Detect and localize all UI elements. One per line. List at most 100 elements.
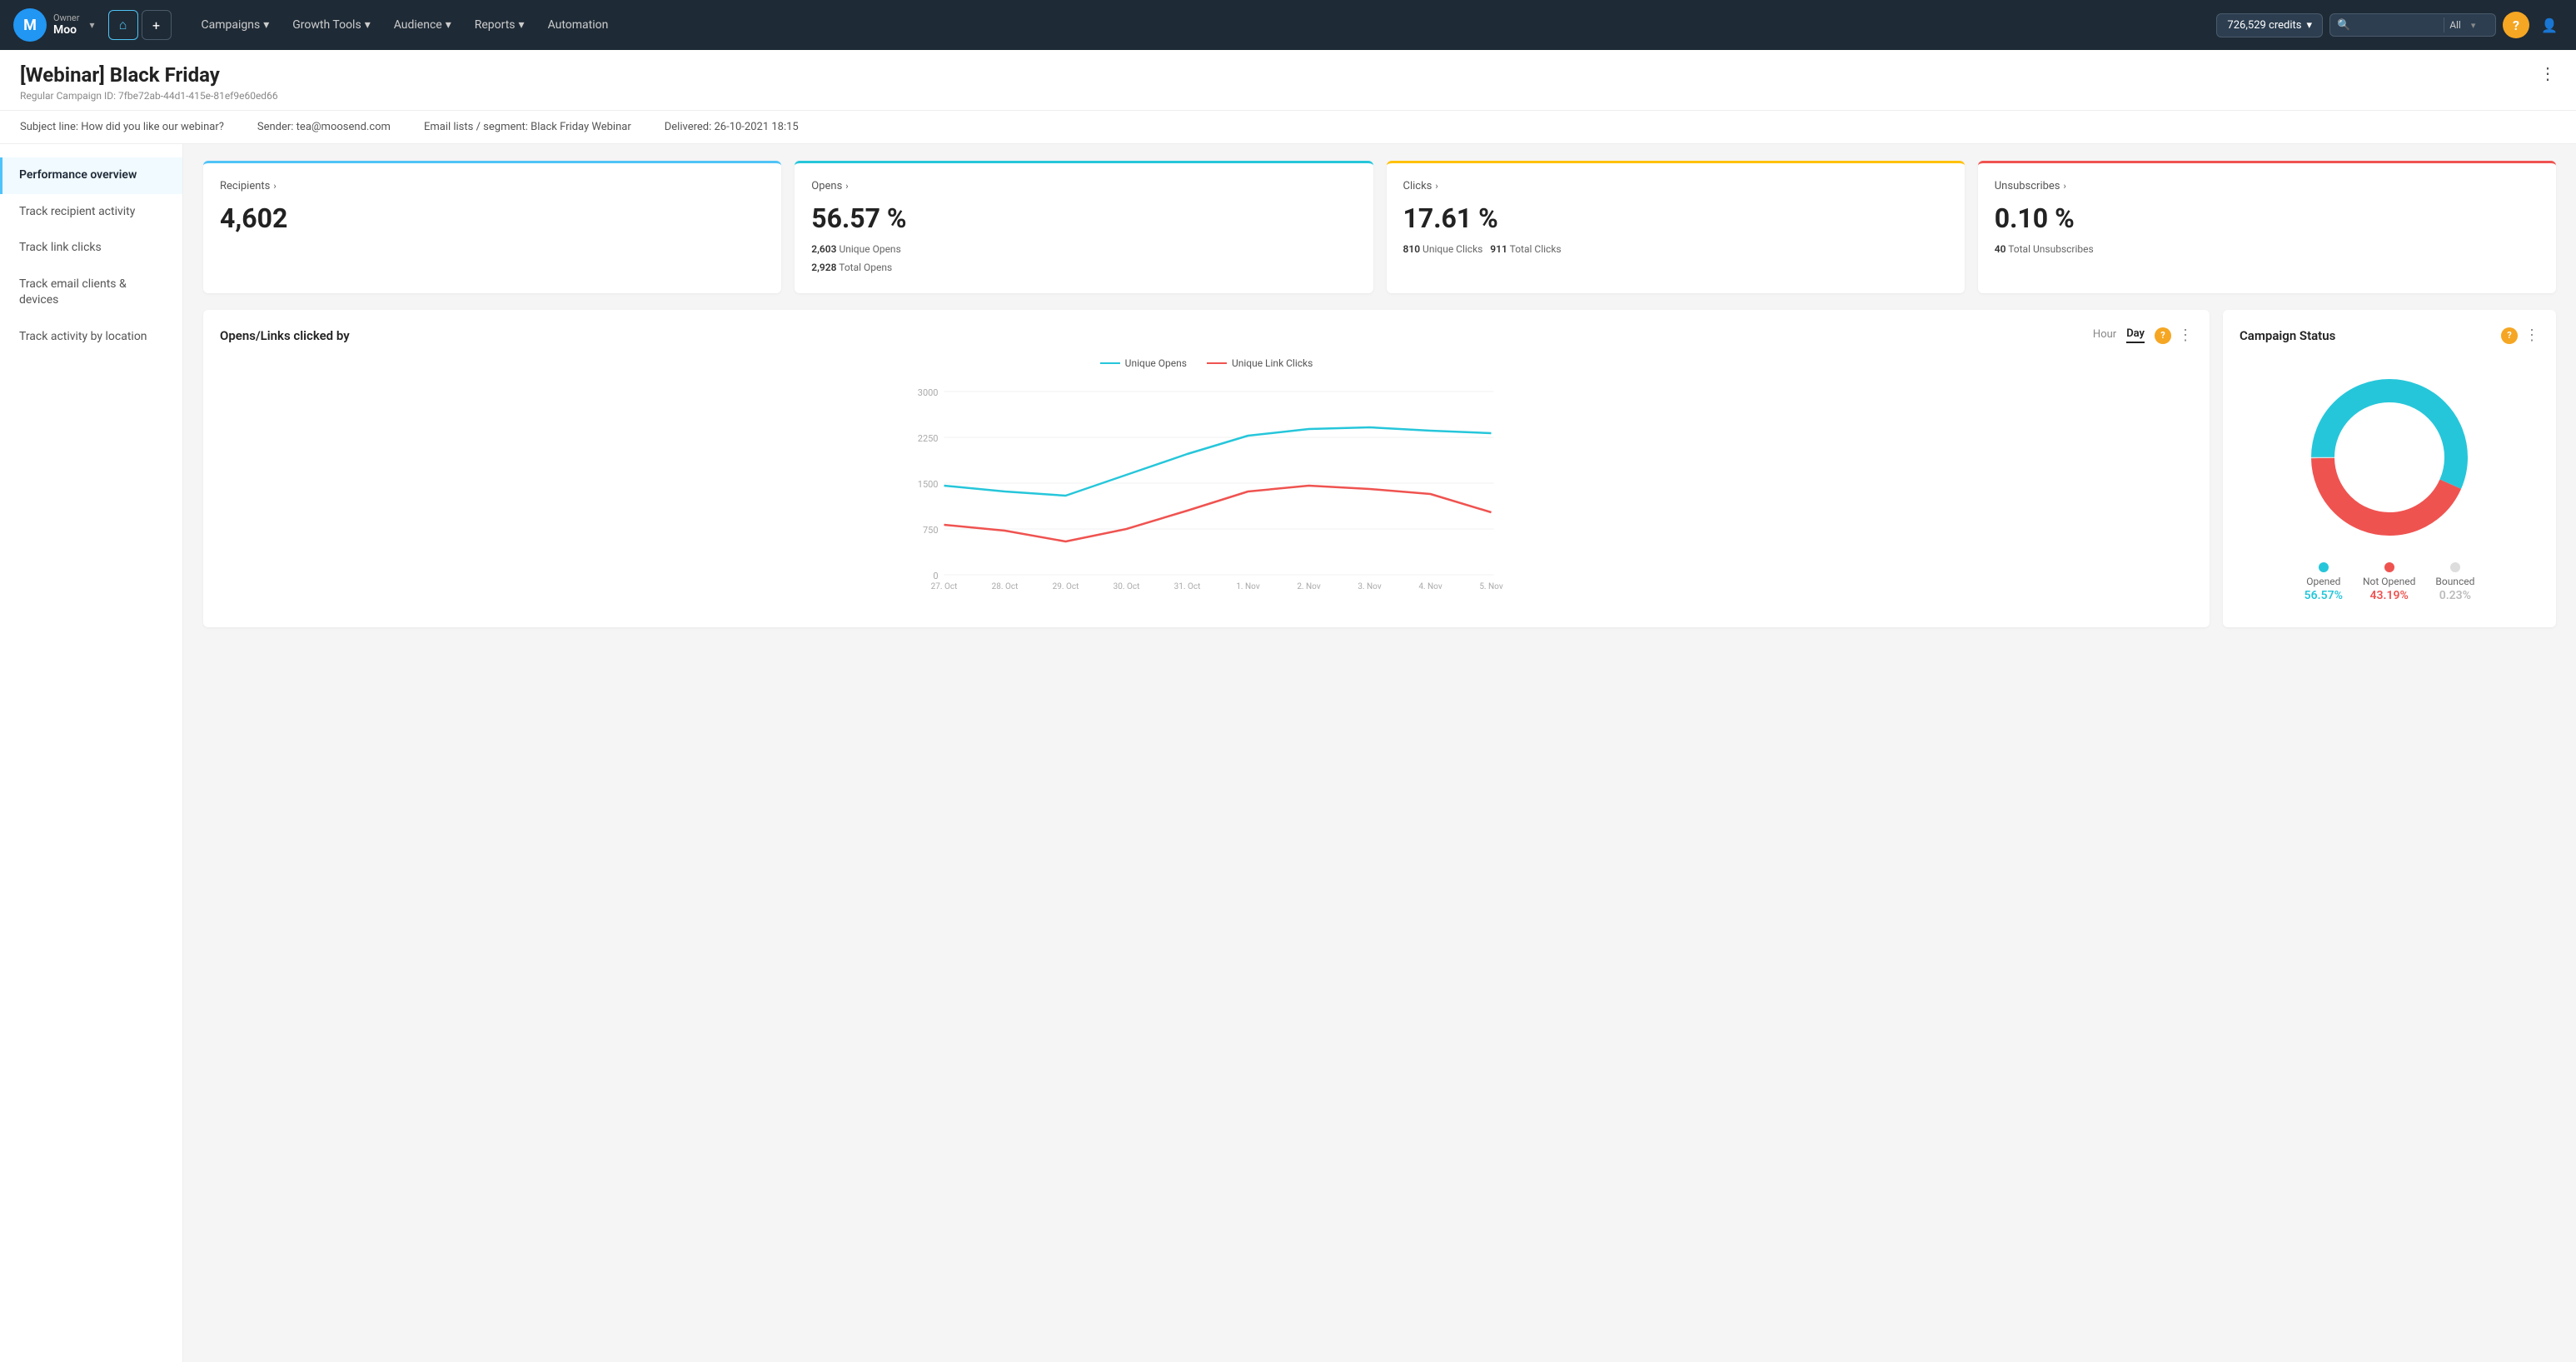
legend-line-red: [1207, 362, 1227, 364]
nav-reports[interactable]: Reports ▾: [465, 12, 535, 38]
more-options-icon[interactable]: ⋮: [2524, 327, 2539, 344]
donut-wrapper: Opened 56.57% Not Opened 43.19% Bounced: [2240, 357, 2539, 611]
nav-icons: ⌂ +: [108, 10, 172, 40]
owner-label: Owner: [53, 12, 79, 23]
content: Performance overview Track recipient act…: [0, 144, 2576, 1362]
sidebar: Performance overview Track recipient act…: [0, 144, 183, 1362]
chevron-down-icon: ▾: [446, 18, 451, 32]
donut-svg: [2298, 366, 2481, 549]
chart-header: Opens/Links clicked by Hour Day ? ⋮: [220, 327, 2193, 344]
line-chart-card: Opens/Links clicked by Hour Day ? ⋮: [203, 310, 2210, 627]
donut-chart-card: Campaign Status ? ⋮: [2223, 310, 2556, 627]
svg-text:3000: 3000: [918, 387, 939, 398]
svg-text:3. Nov: 3. Nov: [1358, 582, 1382, 591]
meta-sender: Sender: tea@moosend.com: [257, 121, 391, 133]
arrow-icon: ›: [2064, 181, 2066, 192]
help-button[interactable]: ?: [2503, 12, 2529, 38]
sidebar-item-email-clients[interactable]: Track email clients & devices: [0, 267, 182, 319]
help-icon[interactable]: ?: [2155, 327, 2171, 344]
donut-chart-title: Campaign Status: [2240, 328, 2335, 343]
stat-card-opens: Opens › 56.57 % 2,603 Unique Opens 2,928…: [795, 161, 1373, 293]
home-button[interactable]: ⌂: [108, 10, 138, 40]
chart-actions: ? ⋮: [2155, 327, 2193, 344]
brand[interactable]: M Owner Moo ▾: [13, 8, 95, 42]
search-box[interactable]: 🔍 All ▾: [2329, 13, 2496, 37]
sidebar-item-performance[interactable]: Performance overview: [0, 157, 182, 194]
help-icon[interactable]: ?: [2501, 327, 2518, 344]
sidebar-item-recipient-activity[interactable]: Track recipient activity: [0, 194, 182, 231]
arrow-icon: ›: [273, 181, 276, 192]
svg-text:1. Nov: 1. Nov: [1236, 582, 1260, 591]
legend-dot-red: [2384, 562, 2394, 572]
stat-sub-unsubscribes: 40 Total Unsubscribes: [1995, 241, 2539, 259]
tab-day[interactable]: Day: [2126, 327, 2145, 343]
more-options-button[interactable]: ⋮: [2539, 63, 2556, 83]
stat-label-unsubscribes[interactable]: Unsubscribes ›: [1995, 180, 2539, 192]
chevron-down-icon: ▾: [263, 18, 269, 32]
meta-subject: Subject line: How did you like our webin…: [20, 121, 224, 133]
meta-list: Email lists / segment: Black Friday Webi…: [424, 121, 631, 133]
svg-text:30. Oct: 30. Oct: [1114, 582, 1140, 591]
campaign-id: Regular Campaign ID: 7fbe72ab-44d1-415e-…: [20, 90, 278, 102]
nav-audience[interactable]: Audience ▾: [384, 12, 461, 38]
nav-automation[interactable]: Automation: [538, 12, 619, 38]
page: [Webinar] Black Friday Regular Campaign …: [0, 50, 2576, 1362]
svg-text:1500: 1500: [918, 479, 939, 490]
stat-value-recipients: 4,602: [220, 202, 765, 234]
svg-text:28. Oct: 28. Oct: [992, 582, 1019, 591]
arrow-icon: ›: [845, 181, 848, 192]
donut-legend: Opened 56.57% Not Opened 43.19% Bounced: [2304, 562, 2475, 602]
svg-text:31. Oct: 31. Oct: [1174, 582, 1201, 591]
user-button[interactable]: 👤: [2536, 12, 2563, 38]
nav-growth-tools[interactable]: Growth Tools ▾: [282, 12, 380, 38]
nav-menu: Campaigns ▾ Growth Tools ▾ Audience ▾ Re…: [192, 12, 2210, 38]
svg-text:2. Nov: 2. Nov: [1297, 582, 1321, 591]
legend-not-opened: Not Opened 43.19%: [2363, 562, 2415, 602]
legend-dot-teal: [2319, 562, 2329, 572]
stat-value-opens: 56.57 %: [811, 202, 1356, 234]
sidebar-item-location[interactable]: Track activity by location: [0, 319, 182, 356]
chevron-down-icon: ▾: [365, 18, 371, 32]
line-chart-title: Opens/Links clicked by: [220, 328, 350, 343]
svg-text:29. Oct: 29. Oct: [1053, 582, 1079, 591]
legend-dot-gray: [2450, 562, 2460, 572]
nav-campaigns[interactable]: Campaigns ▾: [192, 12, 280, 38]
stat-value-clicks: 17.61 %: [1403, 202, 1948, 234]
svg-text:4. Nov: 4. Nov: [1418, 582, 1442, 591]
stat-label-recipients[interactable]: Recipients ›: [220, 180, 765, 192]
more-options-icon[interactable]: ⋮: [2178, 327, 2193, 344]
donut-chart-actions: ? ⋮: [2501, 327, 2539, 344]
sidebar-item-link-clicks[interactable]: Track link clicks: [0, 230, 182, 267]
search-input[interactable]: [2355, 19, 2439, 32]
line-chart-svg-wrapper: 3000 2250 1500 750 0: [220, 379, 2193, 599]
chevron-down-icon: ▾: [2471, 20, 2476, 31]
chart-tabs: Hour Day: [2093, 327, 2145, 343]
owner-name: Moo: [53, 23, 79, 37]
chevron-down-icon: ▾: [519, 18, 525, 32]
charts-row: Opens/Links clicked by Hour Day ? ⋮: [203, 310, 2556, 627]
credits-button[interactable]: 726,529 credits ▾: [2216, 13, 2323, 37]
tab-hour[interactable]: Hour: [2093, 328, 2116, 342]
stat-label-clicks[interactable]: Clicks ›: [1403, 180, 1948, 192]
legend-bounced: Bounced 0.23%: [2435, 562, 2474, 602]
brand-logo: M: [13, 8, 47, 42]
navbar: M Owner Moo ▾ ⌂ + Campaigns ▾ Growth Too…: [0, 0, 2576, 50]
stat-card-unsubscribes: Unsubscribes › 0.10 % 40 Total Unsubscri…: [1978, 161, 2556, 293]
search-filter[interactable]: All: [2444, 17, 2466, 32]
stat-sub-clicks: 810 Unique Clicks 911 Total Clicks: [1403, 241, 1948, 259]
legend-opened: Opened 56.57%: [2304, 562, 2343, 602]
meta-row: Subject line: How did you like our webin…: [0, 111, 2576, 144]
stat-card-clicks: Clicks › 17.61 % 810 Unique Clicks 911 T…: [1387, 161, 1965, 293]
line-chart-svg: 3000 2250 1500 750 0: [220, 379, 2193, 596]
stat-value-unsubscribes: 0.10 %: [1995, 202, 2539, 234]
main-content: Recipients › 4,602 Opens › 56.57 % 2,603…: [183, 144, 2576, 1362]
stat-label-opens[interactable]: Opens ›: [811, 180, 1356, 192]
stat-sub-opens: 2,603 Unique Opens 2,928 Total Opens: [811, 241, 1356, 277]
search-icon: 🔍: [2337, 19, 2350, 32]
svg-text:27. Oct: 27. Oct: [931, 582, 958, 591]
page-title: [Webinar] Black Friday: [20, 63, 278, 87]
chevron-down-icon: ▾: [89, 19, 94, 31]
add-button[interactable]: +: [142, 10, 172, 40]
legend-unique-clicks: Unique Link Clicks: [1207, 357, 1313, 369]
legend-unique-opens: Unique Opens: [1100, 357, 1187, 369]
